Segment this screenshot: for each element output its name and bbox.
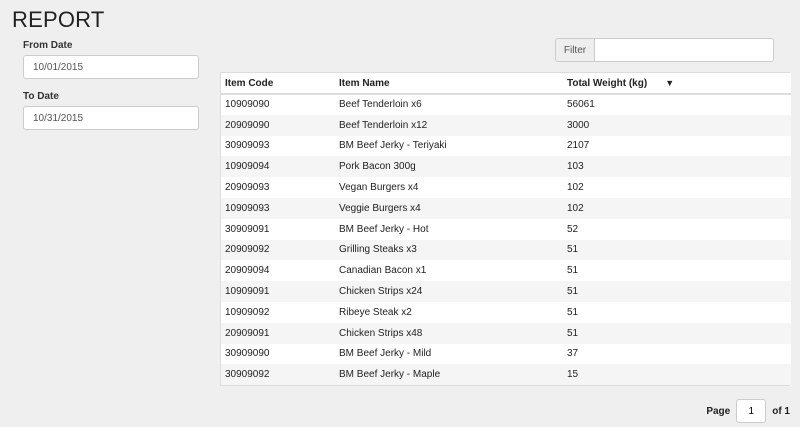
item-code-cell: 10909092: [221, 301, 335, 323]
column-header-label: Total Weight (kg): [567, 77, 648, 89]
item-code-cell: 30909091: [221, 218, 335, 240]
table-row[interactable]: 20909093 Vegan Burgers x4 102: [221, 177, 791, 198]
table-row[interactable]: 20909090 Beef Tenderloin x12 3000: [221, 114, 791, 136]
item-name-cell: Grilling Steaks x3: [335, 239, 563, 261]
table-row[interactable]: 20909092 Grilling Steaks x3 51: [221, 239, 791, 261]
total-weight-cell: 37: [563, 343, 791, 365]
item-name-cell: Canadian Bacon x1: [335, 260, 563, 282]
total-weight-cell: 51: [563, 239, 791, 261]
total-weight-cell: 15: [563, 364, 791, 386]
sort-descending-icon[interactable]: ▼: [665, 78, 674, 88]
item-code-cell: 20909094: [221, 260, 335, 282]
item-code-cell: 20909090: [221, 114, 335, 136]
to-date-label: To Date: [23, 91, 59, 102]
item-name-cell: BM Beef Jerky - Hot: [335, 218, 563, 240]
total-weight-cell: 56061: [563, 94, 791, 115]
total-weight-cell: 102: [563, 197, 791, 219]
item-code-cell: 30909093: [221, 135, 335, 157]
item-name-cell: Chicken Strips x48: [335, 322, 563, 344]
column-header-label: Item Name: [339, 77, 390, 89]
table-row[interactable]: 20909091 Chicken Strips x48 51: [221, 322, 791, 344]
item-code-cell: 20909093: [221, 177, 335, 198]
total-weight-cell: 102: [563, 177, 791, 198]
from-date-label: From Date: [23, 40, 73, 51]
total-weight-cell: 51: [563, 281, 791, 302]
item-code-cell: 30909090: [221, 343, 335, 365]
item-name-cell: Veggie Burgers x4: [335, 197, 563, 219]
item-name-cell: Pork Bacon 300g: [335, 156, 563, 178]
item-code-cell: 10909094: [221, 156, 335, 178]
item-name-cell: Chicken Strips x24: [335, 281, 563, 302]
table-row[interactable]: 10909093 Veggie Burgers x4 102: [221, 197, 791, 219]
table-row[interactable]: 10909092 Ribeye Steak x2 51: [221, 301, 791, 323]
pagination: Page of 1: [706, 399, 790, 423]
item-name-cell: Beef Tenderloin x12: [335, 114, 563, 136]
column-header-item-name[interactable]: Item Name: [335, 73, 563, 95]
table-header-row: Item Code Item Name Total Weight (kg) ▼: [221, 73, 791, 95]
table-row[interactable]: 10909094 Pork Bacon 300g 103: [221, 156, 791, 178]
to-date-input[interactable]: [23, 106, 199, 130]
page-number-input[interactable]: [736, 399, 767, 423]
column-header-total-weight[interactable]: Total Weight (kg) ▼: [563, 73, 791, 95]
from-date-input[interactable]: [23, 55, 199, 79]
item-name-cell: Ribeye Steak x2: [335, 301, 563, 323]
table-row[interactable]: 30909091 BM Beef Jerky - Hot 52: [221, 218, 791, 240]
table-row[interactable]: 30909090 BM Beef Jerky - Mild 37: [221, 343, 791, 365]
item-code-cell: 20909092: [221, 239, 335, 261]
item-name-cell: BM Beef Jerky - Maple: [335, 364, 563, 386]
item-name-cell: BM Beef Jerky - Mild: [335, 343, 563, 365]
item-name-cell: BM Beef Jerky - Teriyaki: [335, 135, 563, 157]
item-code-cell: 10909091: [221, 281, 335, 302]
column-header-item-code[interactable]: Item Code: [221, 73, 335, 95]
item-code-cell: 30909092: [221, 364, 335, 386]
table-row[interactable]: 20909094 Canadian Bacon x1 51: [221, 260, 791, 282]
total-weight-cell: 51: [563, 322, 791, 344]
total-weight-cell: 3000: [563, 114, 791, 136]
page-total-label: of 1: [772, 405, 790, 417]
filter-group: Filter: [555, 38, 774, 62]
filter-label: Filter: [556, 39, 595, 61]
item-code-cell: 10909090: [221, 94, 335, 115]
total-weight-cell: 103: [563, 156, 791, 178]
report-table: Item Code Item Name Total Weight (kg) ▼ 1…: [220, 72, 791, 386]
column-header-label: Item Code: [225, 77, 274, 89]
total-weight-cell: 2107: [563, 135, 791, 157]
page-label: Page: [706, 405, 731, 417]
filter-input[interactable]: [595, 39, 773, 61]
table-row[interactable]: 10909090 Beef Tenderloin x6 56061: [221, 94, 791, 115]
total-weight-cell: 51: [563, 260, 791, 282]
page-title: REPORT: [12, 7, 105, 32]
item-code-cell: 10909093: [221, 197, 335, 219]
item-name-cell: Beef Tenderloin x6: [335, 94, 563, 115]
item-name-cell: Vegan Burgers x4: [335, 177, 563, 198]
total-weight-cell: 51: [563, 301, 791, 323]
table-row[interactable]: 10909091 Chicken Strips x24 51: [221, 281, 791, 302]
item-code-cell: 20909091: [221, 322, 335, 344]
table-row[interactable]: 30909093 BM Beef Jerky - Teriyaki 2107: [221, 135, 791, 157]
total-weight-cell: 52: [563, 218, 791, 240]
table-row[interactable]: 30909092 BM Beef Jerky - Maple 15: [221, 364, 791, 386]
